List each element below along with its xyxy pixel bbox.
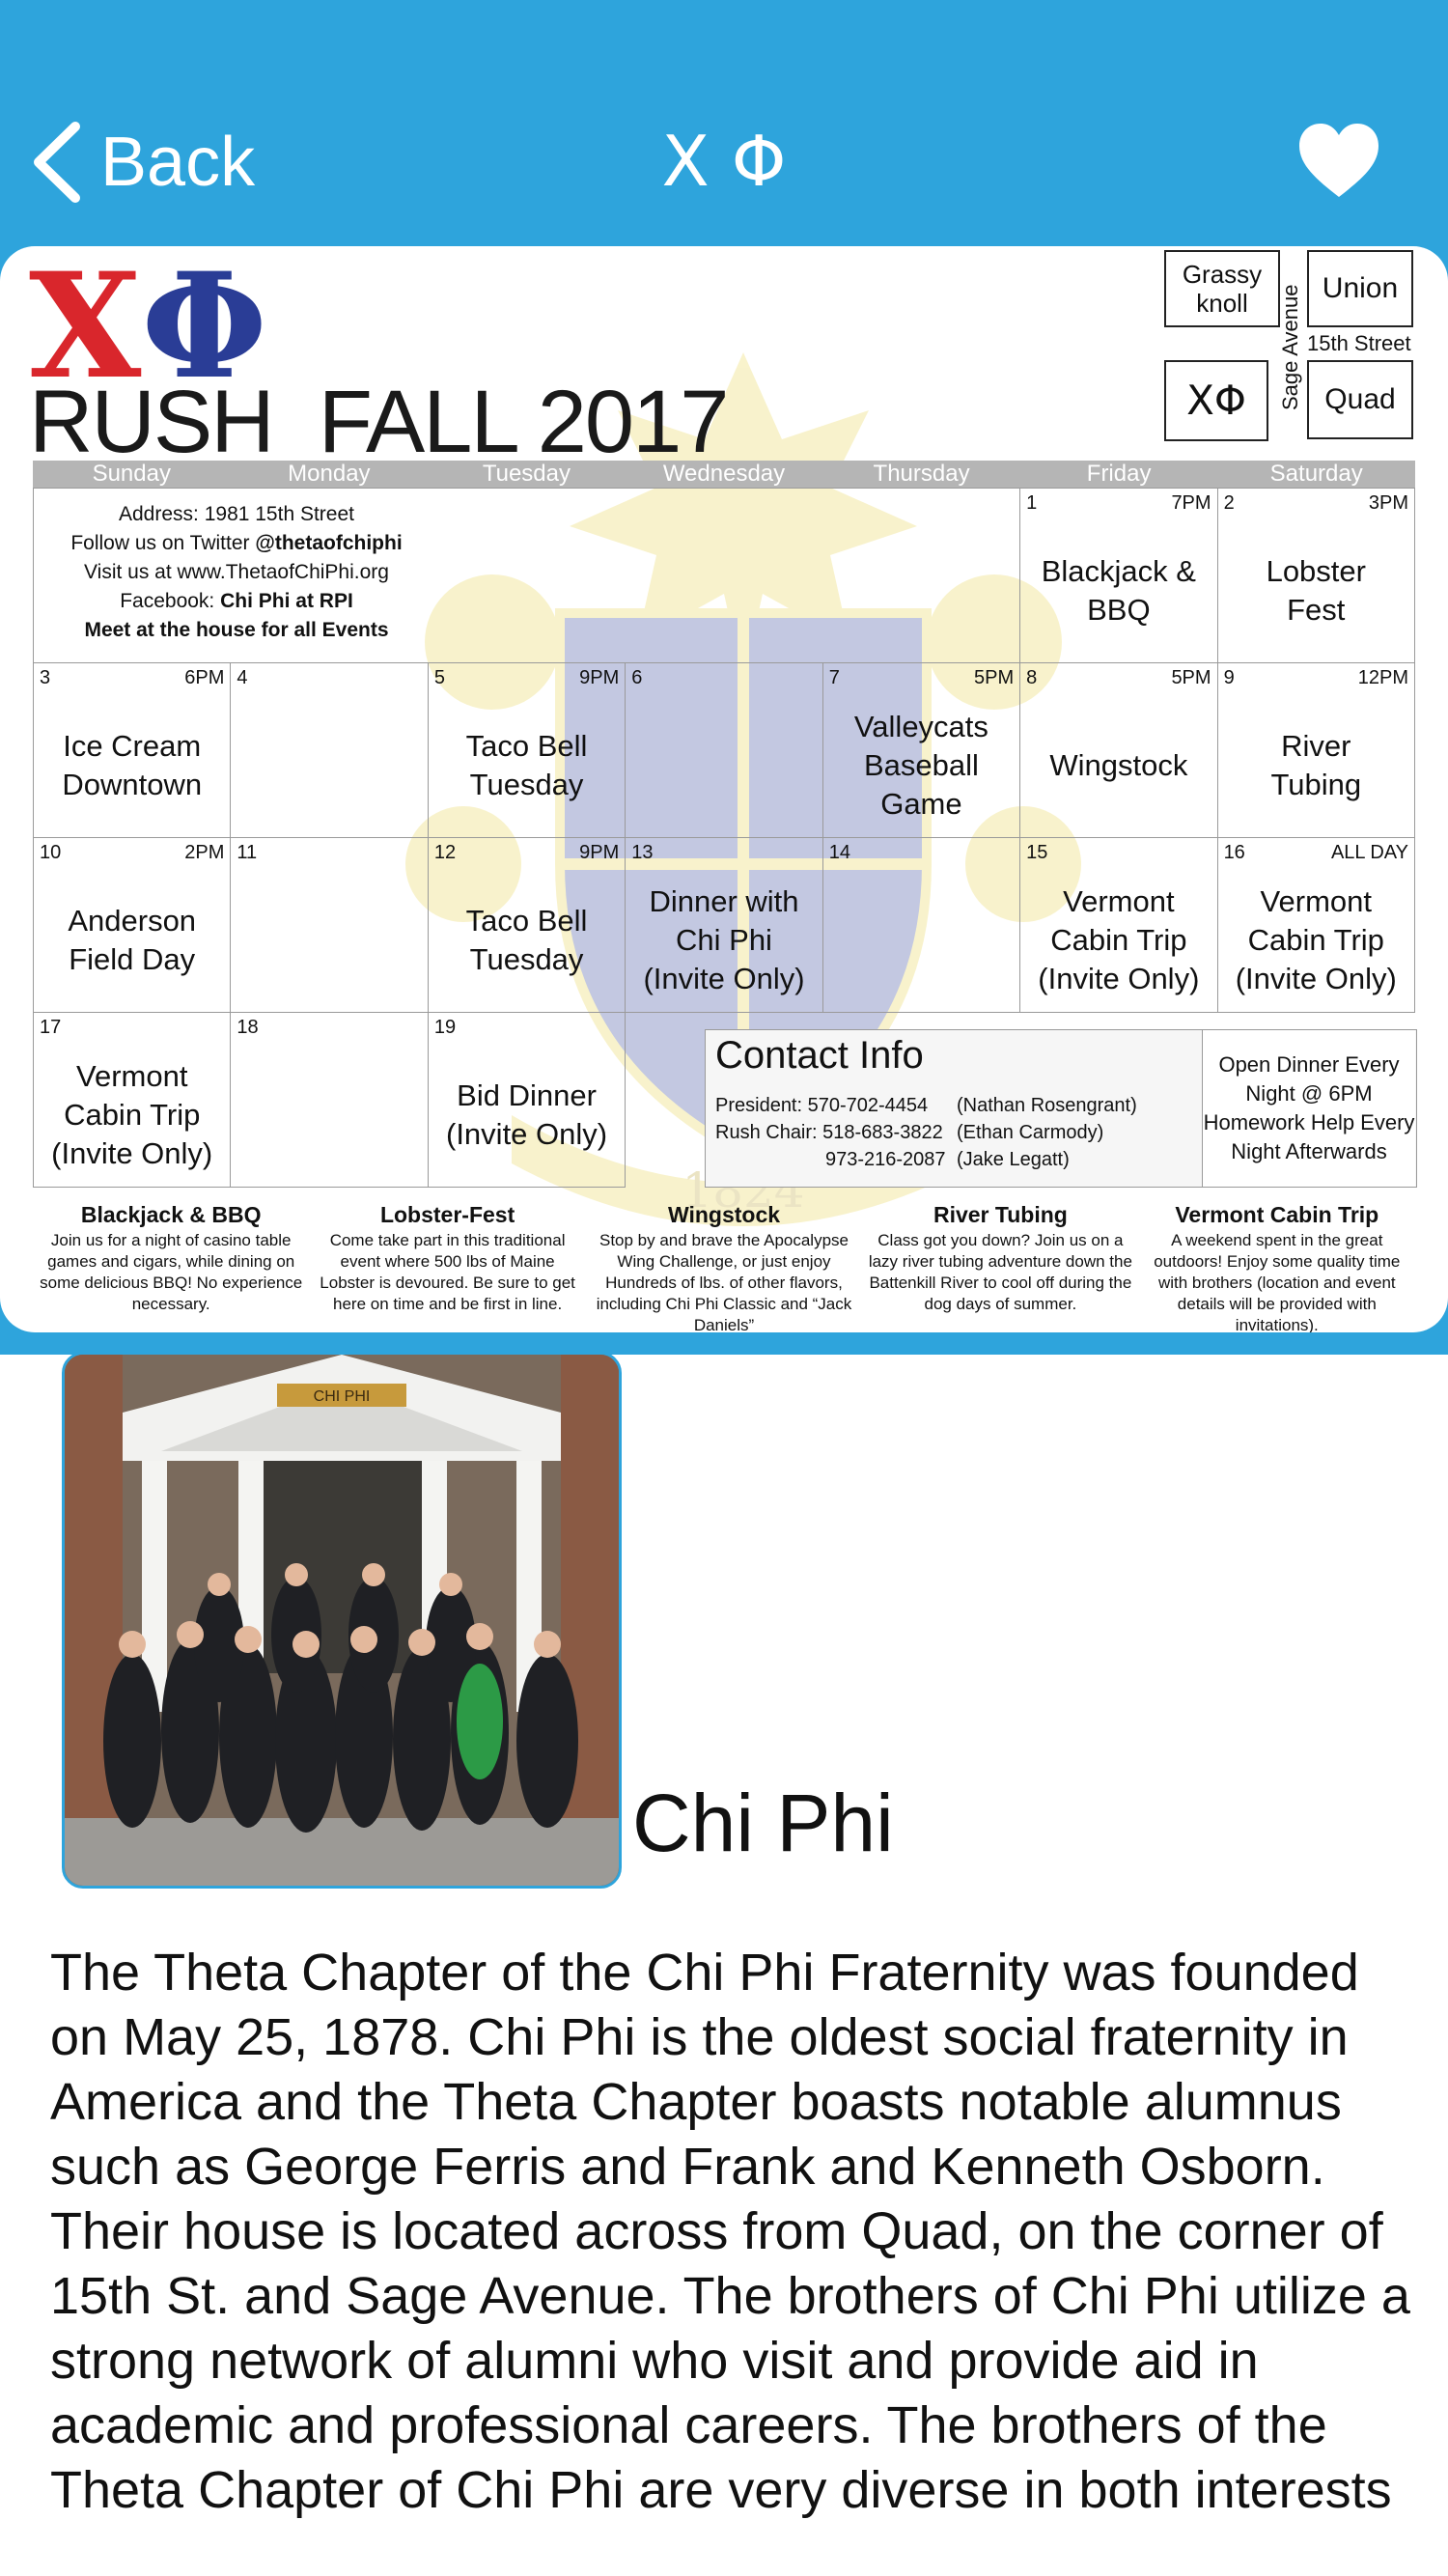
- info-facebook: Facebook: Chi Phi at RPI: [120, 590, 353, 612]
- calendar-day-cell: 10 2PM Anderson Field Day: [34, 838, 232, 1013]
- calendar-day-cell: 7 5PM Valleycats Baseball Game: [822, 663, 1021, 838]
- weekday-friday: Friday: [1086, 461, 1152, 487]
- info-meet: Meet at the house for all Events: [84, 619, 389, 641]
- calendar-day-cell: 17 Vermont Cabin Trip (Invite Only): [34, 1013, 232, 1188]
- calendar-day-cell: 14: [822, 838, 1021, 1013]
- calendar-day-cell: 11: [231, 838, 429, 1013]
- map-15th-street: 15th Street: [1307, 331, 1411, 355]
- info-website: Visit us at www.ThetaofChiPhi.org: [84, 561, 389, 583]
- calendar-day-cell: 19 Bid Dinner (Invite Only): [428, 1013, 627, 1188]
- navigation-bar: Back Χ Φ: [0, 0, 1448, 251]
- weekday-saturday: Saturday: [1269, 461, 1363, 487]
- weekday-sunday: Sunday: [92, 461, 171, 487]
- calendar-day-cell: 6: [626, 663, 823, 838]
- calendar-day-cell: 16 ALL DAY Vermont Cabin Trip (Invite Only…: [1217, 838, 1415, 1013]
- calendar-day-cell: 3 6PM Ice Cream Downtown: [34, 663, 232, 838]
- contact-title: Contact Info: [715, 1034, 924, 1077]
- calendar-weekday-header: Sunday Monday Tuesday Wednesday Thursday…: [33, 461, 1415, 488]
- organization-name: Chi Phi: [632, 1778, 894, 1868]
- map-sage-avenue: Sage Avenue: [1278, 284, 1302, 411]
- calendar-day-cell: 2 3PM Lobster Fest: [1217, 489, 1415, 663]
- map-grassy-knoll: Grassy knoll: [1164, 250, 1280, 327]
- event-description: Blackjack & BBQ Join us for a night of ca…: [40, 1202, 303, 1313]
- weekday-tuesday: Tuesday: [482, 461, 571, 487]
- weekday-monday: Monday: [288, 461, 371, 487]
- open-dinner-note: Open Dinner Every Night @ 6PM Homework H…: [1202, 1030, 1415, 1187]
- rush-title: RUSH FALL 2017: [29, 373, 729, 471]
- calendar-day-cell: 18: [231, 1013, 429, 1188]
- event-descriptions: Blackjack & BBQ Join us for a night of ca…: [33, 1202, 1415, 1332]
- contact-info-box: Contact Info President: 570-702-4454 Rus…: [705, 1029, 1417, 1188]
- calendar-day-cell: 8 5PM Wingstock: [1020, 663, 1218, 838]
- calendar-day-cell: 15 Vermont Cabin Trip (Invite Only): [1020, 838, 1218, 1013]
- weekday-thursday: Thursday: [873, 461, 970, 487]
- calendar-day-cell: 13 Dinner with Chi Phi (Invite Only): [626, 838, 823, 1013]
- event-description: Lobster-Fest Come take part in this tradi…: [320, 1202, 575, 1313]
- info-twitter: Follow us on Twitter @thetaofchiphi: [70, 532, 403, 554]
- calendar-day-cell: 12 9PM Taco Bell Tuesday: [428, 838, 627, 1013]
- house-sign-text: CHI PHI: [314, 1388, 371, 1405]
- map-quad: Quad: [1307, 360, 1413, 439]
- event-description: River Tubing Class got you down? Join us …: [868, 1202, 1132, 1313]
- page-title: Χ Φ: [661, 121, 787, 202]
- favorite-heart-icon[interactable]: [1297, 122, 1380, 199]
- calendar-day-cell: 9 12PM River Tubing: [1217, 663, 1415, 838]
- rush-flyer-image: 1824 ΧΦ RUSH FALL 2017 Grassy knoll Unio…: [0, 246, 1448, 1332]
- event-description: Vermont Cabin Trip A weekend spent in the…: [1154, 1202, 1401, 1332]
- group-photo-illustration: CHI PHI: [65, 1355, 619, 1886]
- calendar-info-cell: Address: 1981 15th Street Follow us on T…: [34, 489, 1021, 663]
- about-description: The Theta Chapter of the Chi Phi Fratern…: [50, 1944, 1410, 2519]
- contact-names: (Nathan Rosengrant) (Ethan Carmody) (Jak…: [957, 1095, 1137, 1170]
- weekday-wednesday: Wednesday: [662, 461, 786, 487]
- event-description: Wingstock Stop by and brave the Apocalyps…: [596, 1202, 852, 1332]
- chapter-group-photo: CHI PHI: [62, 1352, 622, 1889]
- rush-calendar: Sunday Monday Tuesday Wednesday Thursday…: [33, 461, 1417, 1188]
- calendar-grid: Address: 1981 15th Street Follow us on T…: [33, 488, 1417, 1188]
- calendar-day-cell: 1 7PM Blackjack & BBQ: [1020, 489, 1218, 663]
- contact-phones: President: 570-702-4454 Rush Chair: 518-…: [715, 1095, 946, 1170]
- calendar-day-cell: 4: [231, 663, 429, 838]
- map-chi-phi-house: ΧΦ: [1164, 360, 1268, 441]
- calendar-day-cell: 5 9PM Taco Bell Tuesday: [428, 663, 627, 838]
- map-union: Union: [1307, 250, 1413, 327]
- info-address: Address: 1981 15th Street: [119, 503, 354, 525]
